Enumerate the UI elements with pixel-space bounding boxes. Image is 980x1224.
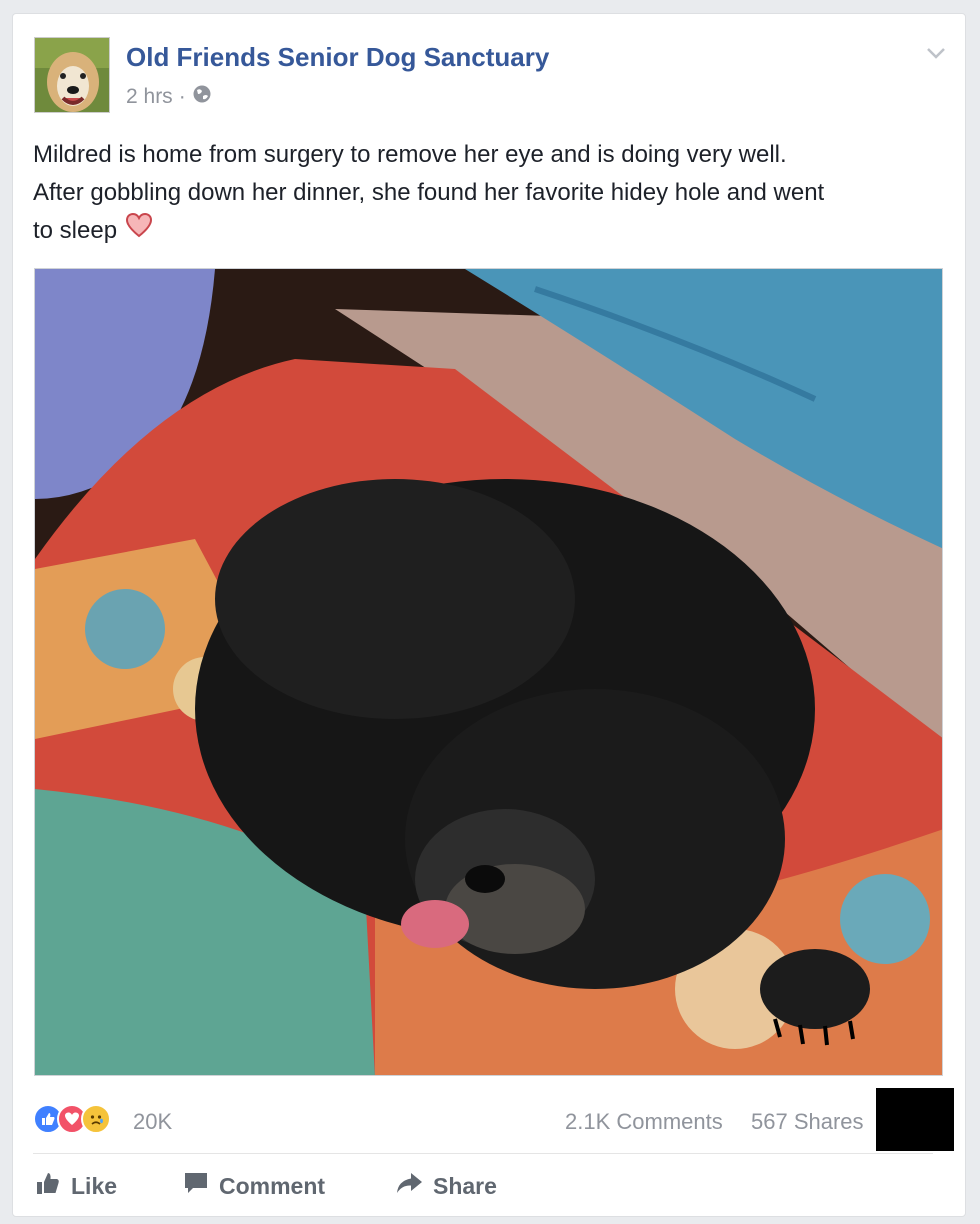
shares-count[interactable]: 567 Shares bbox=[751, 1109, 864, 1135]
meta-separator: · bbox=[178, 85, 186, 108]
share-label: Share bbox=[433, 1172, 497, 1199]
reaction-count[interactable]: 20K bbox=[133, 1109, 172, 1135]
page-name-link[interactable]: Old Friends Senior Dog Sanctuary bbox=[126, 42, 549, 73]
comment-label: Comment bbox=[219, 1172, 326, 1199]
dog-avatar-image bbox=[35, 38, 109, 112]
comment-button[interactable]: Comment bbox=[183, 1164, 325, 1208]
thumbs-up-icon bbox=[35, 1170, 61, 1202]
post-actions: Like Comment Share bbox=[33, 1164, 933, 1208]
post-text-line: After gobbling down her dinner, she foun… bbox=[33, 179, 825, 206]
like-label: Like bbox=[71, 1172, 118, 1199]
reaction-icons[interactable] bbox=[33, 1104, 111, 1134]
page-avatar[interactable] bbox=[34, 37, 110, 113]
comments-count[interactable]: 2.1K Comments bbox=[565, 1109, 723, 1135]
post-text-line: to sleep bbox=[33, 217, 118, 244]
chevron-down-icon[interactable] bbox=[923, 40, 949, 66]
share-arrow-icon bbox=[395, 1170, 423, 1202]
post-card: Old Friends Senior Dog Sanctuary 2 hrs ·… bbox=[12, 13, 966, 1217]
share-button[interactable]: Share bbox=[395, 1164, 497, 1208]
actions-divider bbox=[33, 1153, 933, 1154]
post-message: Mildred is home from surgery to remove h… bbox=[33, 136, 943, 250]
heart-outline-icon bbox=[125, 212, 153, 250]
post-text-line: Mildred is home from surgery to remove h… bbox=[33, 141, 787, 168]
sad-reaction-icon bbox=[81, 1104, 111, 1134]
post-stats: 20K 2.1K Comments 567 Shares bbox=[33, 1088, 954, 1151]
post-meta: 2 hrs · bbox=[126, 84, 212, 110]
like-button[interactable]: Like bbox=[35, 1164, 117, 1208]
sleeping-dog-image bbox=[35, 269, 942, 1075]
post-timestamp[interactable]: 2 hrs bbox=[126, 85, 173, 109]
comment-icon bbox=[183, 1170, 209, 1202]
globe-icon bbox=[192, 84, 212, 110]
redacted-block bbox=[876, 1088, 954, 1151]
post-photo[interactable] bbox=[34, 268, 943, 1076]
